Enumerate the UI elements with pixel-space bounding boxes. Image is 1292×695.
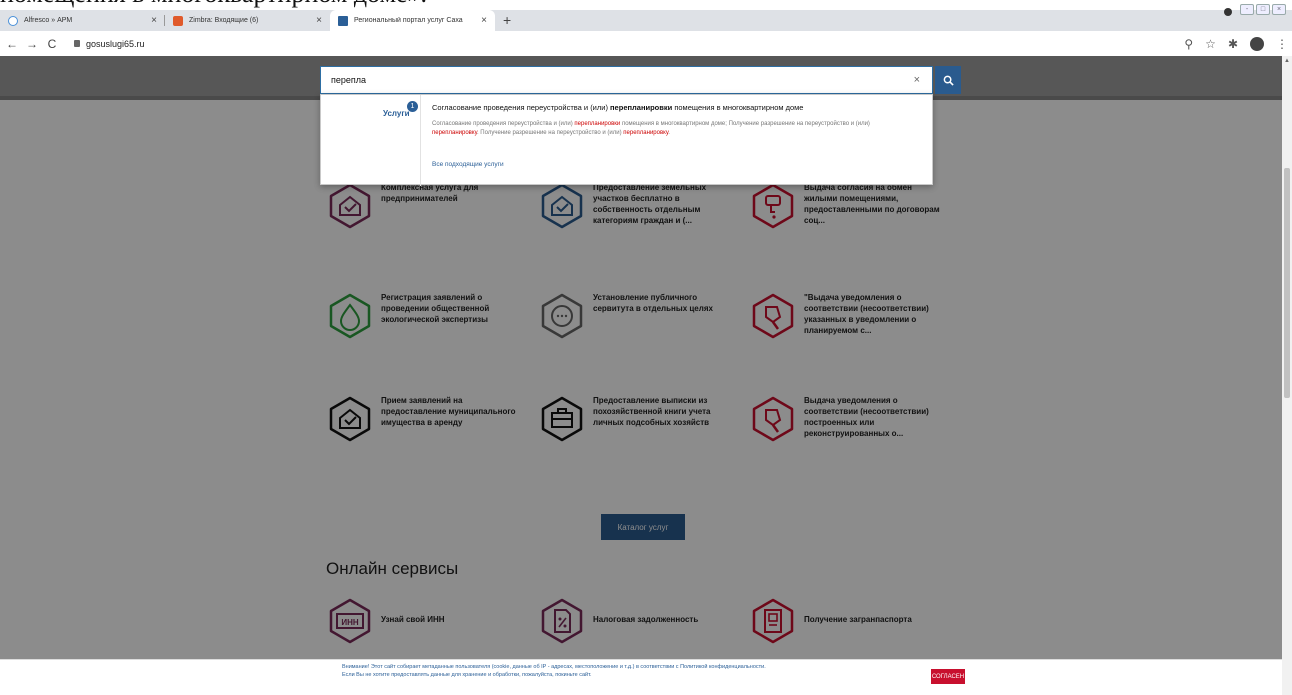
- zimbra-icon: [173, 15, 183, 26]
- overflow-text: помещения в многоквартирном доме».: [0, 0, 900, 10]
- page-content: × Услуги 1 Согласование проведения переу…: [0, 56, 1282, 695]
- window-controls: - □ ×: [1224, 2, 1286, 16]
- scroll-thumb[interactable]: [1284, 168, 1290, 398]
- forward-button[interactable]: →: [24, 37, 40, 51]
- browser-tab-bar: Alfresco » АРМ × Zimbra: Входящие (6) × …: [0, 3, 1292, 31]
- menu-icon[interactable]: ⋮: [1276, 37, 1288, 51]
- suggestion-category: Услуги 1: [321, 95, 421, 186]
- category-count-badge: 1: [407, 101, 418, 112]
- search-button[interactable]: [935, 66, 961, 94]
- minimize-button[interactable]: -: [1240, 3, 1254, 15]
- category-label[interactable]: Услуги: [383, 109, 410, 118]
- search-icon: [943, 75, 954, 86]
- reload-button[interactable]: C: [44, 37, 60, 51]
- close-window-button[interactable]: ×: [1272, 3, 1286, 15]
- close-icon[interactable]: ×: [151, 15, 157, 26]
- tab-title: Zimbra: Входящие (6): [189, 17, 259, 24]
- tab-title: Alfresco » АРМ: [24, 17, 73, 24]
- browser-tab-portal[interactable]: Региональный портал услуг Саха ×: [330, 10, 495, 31]
- new-tab-button[interactable]: +: [495, 10, 519, 31]
- alfresco-icon: [8, 15, 18, 26]
- page-scrollbar[interactable]: ▲: [1282, 56, 1292, 695]
- star-icon[interactable]: ☆: [1205, 37, 1216, 51]
- suggestion-description: Согласование проведения переустройства и…: [432, 121, 870, 136]
- search-box[interactable]: ×: [320, 66, 933, 94]
- zoom-icon[interactable]: ⚲: [1184, 37, 1193, 51]
- lock-icon: [74, 40, 80, 47]
- url-field[interactable]: gosuslugi65.ru: [74, 39, 145, 49]
- tab-title: Региональный портал услуг Саха: [354, 17, 463, 24]
- browser-tab-zimbra[interactable]: Zimbra: Входящие (6) ×: [165, 10, 330, 31]
- maximize-button[interactable]: □: [1256, 3, 1270, 15]
- dim-overlay: [0, 100, 1282, 695]
- back-button[interactable]: ←: [4, 37, 20, 51]
- cookie-banner: Внимание! Этот сайт собирает метаданные …: [0, 659, 1282, 695]
- browser-tab-alfresco[interactable]: Alfresco » АРМ ×: [0, 10, 165, 31]
- search-suggestions: Услуги 1 Согласование проведения переуст…: [320, 94, 933, 186]
- suggestion-title[interactable]: Согласование проведения переустройства и…: [432, 103, 803, 112]
- cookie-text: Внимание! Этот сайт собирает метаданные …: [342, 664, 766, 678]
- cookie-accept-button[interactable]: СОГЛАСЕН: [931, 669, 965, 684]
- close-icon[interactable]: ×: [481, 15, 487, 26]
- address-bar: ← → C gosuslugi65.ru ⚲ ☆ ✱ ⋮: [0, 31, 1292, 56]
- clear-search-icon[interactable]: ×: [914, 74, 920, 86]
- close-icon[interactable]: ×: [316, 15, 322, 26]
- all-services-link[interactable]: Все подходящие услуги: [432, 161, 504, 168]
- url-text: gosuslugi65.ru: [86, 38, 145, 49]
- search-input[interactable]: [331, 75, 891, 85]
- extensions-icon[interactable]: ✱: [1228, 37, 1238, 51]
- profile-icon[interactable]: [1250, 36, 1264, 51]
- record-icon: [1224, 8, 1232, 16]
- scroll-up-icon[interactable]: ▲: [1284, 58, 1290, 64]
- portal-logo-icon: [338, 15, 348, 26]
